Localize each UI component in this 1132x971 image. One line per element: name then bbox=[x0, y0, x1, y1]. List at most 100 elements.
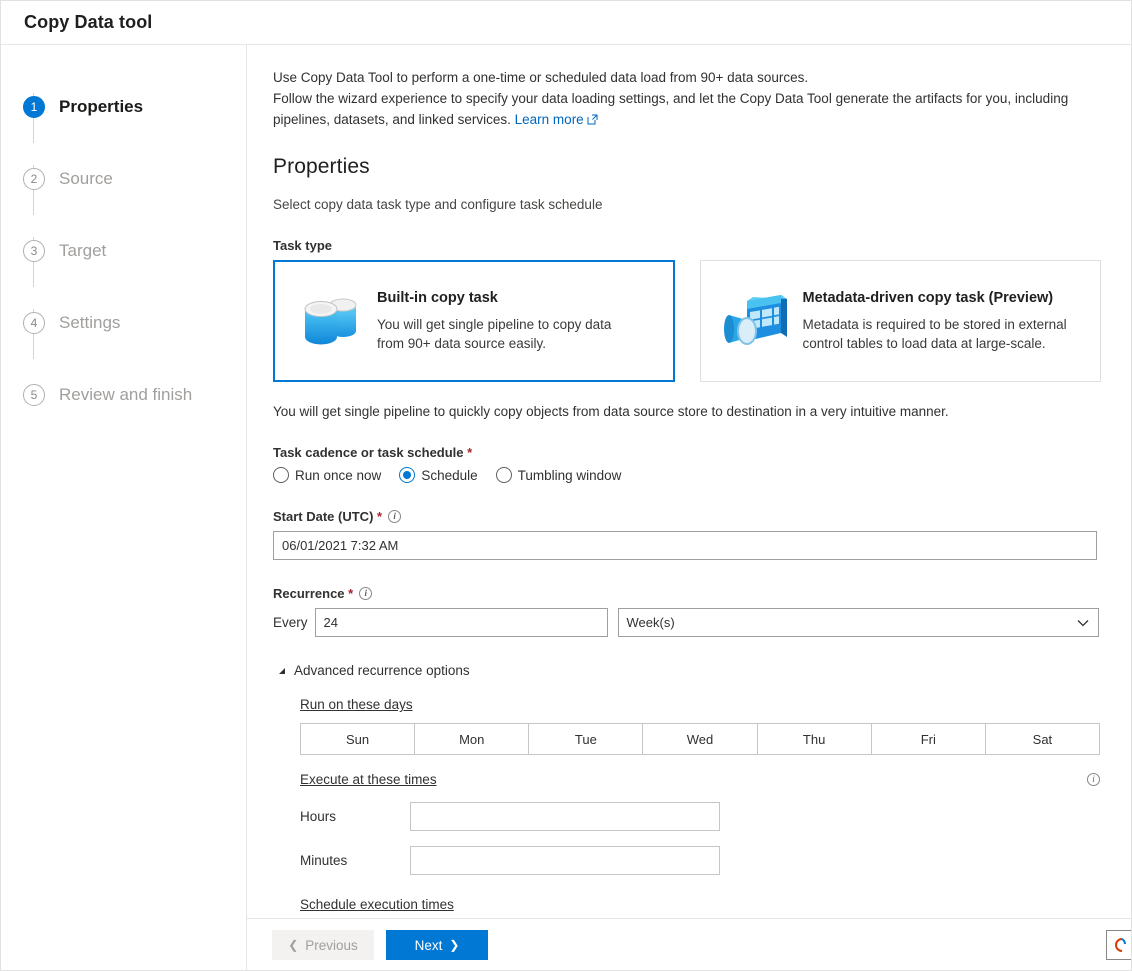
schedule-execution-times-block: Schedule execution times 07:32 bbox=[300, 896, 1101, 918]
copy-data-tool-window: Copy Data tool 1 Properties 2 Source 3 T… bbox=[0, 0, 1132, 971]
database-cylinders-icon bbox=[291, 281, 371, 361]
metadata-table-magnifier-icon bbox=[717, 281, 797, 361]
card-text-block: Built-in copy task You will get single p… bbox=[377, 290, 642, 353]
chevron-right-icon: ❯ bbox=[449, 938, 460, 952]
radio-label: Tumbling window bbox=[517, 467, 622, 483]
minutes-input[interactable] bbox=[410, 846, 720, 875]
window-title: Copy Data tool bbox=[24, 12, 153, 32]
day-cell-fri[interactable]: Fri bbox=[870, 723, 985, 755]
hours-field-row: Hours bbox=[300, 802, 1101, 831]
minutes-label: Minutes bbox=[300, 853, 348, 868]
hours-label: Hours bbox=[300, 809, 337, 824]
intro-line-1: Use Copy Data Tool to perform a one-time… bbox=[273, 70, 809, 85]
wizard-sidebar: 1 Properties 2 Source 3 Target 4 Setting bbox=[1, 45, 247, 970]
recurrence-label-text: Recurrence bbox=[273, 586, 345, 601]
start-date-label: Start Date (UTC) * bbox=[273, 509, 1101, 524]
day-cell-wed[interactable]: Wed bbox=[642, 723, 757, 755]
task-type-card-built-in-copy[interactable]: Built-in copy task You will get single p… bbox=[273, 260, 675, 382]
radio-tumbling-window[interactable]: Tumbling window bbox=[495, 467, 622, 483]
day-cell-mon[interactable]: Mon bbox=[414, 723, 529, 755]
external-link-icon bbox=[587, 114, 598, 125]
cadence-label-text: Task cadence or task schedule bbox=[273, 445, 464, 460]
info-icon[interactable] bbox=[1087, 772, 1100, 787]
task-type-card-metadata-driven-copy[interactable]: Metadata-driven copy task (Preview) Meta… bbox=[699, 260, 1101, 382]
window-body: 1 Properties 2 Source 3 Target 4 Setting bbox=[1, 45, 1131, 970]
chevron-left-icon: ❮ bbox=[288, 938, 299, 952]
step-number-badge: 4 bbox=[23, 312, 45, 334]
recurrence-every-label: Every bbox=[273, 615, 308, 630]
partial-spinner-icon bbox=[1115, 938, 1126, 952]
advanced-recurrence-toggle[interactable]: Advanced recurrence options bbox=[273, 663, 1101, 678]
start-date-label-text: Start Date (UTC) bbox=[273, 509, 374, 524]
recurrence-row: Every Week(s) bbox=[273, 608, 1101, 637]
radio-label: Schedule bbox=[421, 467, 478, 483]
day-cell-thu[interactable]: Thu bbox=[756, 723, 871, 755]
sidebar-step-properties[interactable]: 1 Properties bbox=[23, 71, 246, 143]
next-button[interactable]: Next ❯ bbox=[386, 930, 488, 960]
required-asterisk: * bbox=[348, 586, 354, 601]
previous-button[interactable]: ❮ Previous bbox=[272, 930, 374, 960]
learn-more-link[interactable]: Learn more bbox=[515, 112, 584, 127]
radio-mark bbox=[399, 467, 416, 483]
triangle-expanded-icon bbox=[279, 667, 285, 674]
next-button-label: Next bbox=[414, 937, 443, 953]
recurrence-label: Recurrence * bbox=[273, 586, 1101, 601]
day-cell-sat[interactable]: Sat bbox=[984, 723, 1100, 755]
step-label: Target bbox=[59, 241, 107, 260]
footer-partial-control[interactable] bbox=[1106, 930, 1131, 960]
recurrence-unit-select[interactable]: Week(s) bbox=[617, 608, 1099, 637]
required-asterisk: * bbox=[377, 509, 383, 524]
recurrence-interval-input[interactable] bbox=[314, 608, 608, 637]
hours-input[interactable] bbox=[410, 802, 720, 831]
wizard-main-pane: Use Copy Data Tool to perform a one-time… bbox=[247, 45, 1131, 970]
step-number-badge: 5 bbox=[23, 384, 45, 406]
sidebar-step-target[interactable]: 3 Target bbox=[23, 215, 246, 287]
card-text-block: Metadata-driven copy task (Preview) Meta… bbox=[803, 290, 1068, 353]
advanced-recurrence-body: Run on these days Sun Mon Tue Wed Thu Fr… bbox=[273, 678, 1101, 918]
day-cell-tue[interactable]: Tue bbox=[528, 723, 643, 755]
task-type-label: Task type bbox=[273, 238, 333, 253]
sidebar-step-review-and-finish[interactable]: 5 Review and finish bbox=[23, 359, 246, 431]
recurrence-unit-value: Week(s) bbox=[626, 615, 675, 630]
step-number-badge: 2 bbox=[23, 168, 45, 190]
advanced-recurrence-label: Advanced recurrence options bbox=[294, 663, 470, 678]
info-icon[interactable] bbox=[388, 509, 402, 524]
card-description: You will get single pipeline to copy dat… bbox=[377, 316, 612, 351]
task-type-note: You will get single pipeline to quickly … bbox=[273, 404, 949, 419]
page-subtitle: Select copy data task type and configure… bbox=[273, 197, 603, 212]
window-titlebar: Copy Data tool bbox=[1, 1, 1131, 45]
card-title: Built-in copy task bbox=[377, 289, 498, 306]
previous-button-label: Previous bbox=[305, 937, 358, 953]
wizard-footer: ❮ Previous Next ❯ bbox=[247, 918, 1131, 970]
cadence-radio-group: Run once now Schedule Tumbling window bbox=[273, 467, 1101, 483]
run-on-these-days-label: Run on these days bbox=[300, 697, 413, 712]
required-asterisk: * bbox=[467, 445, 473, 460]
execute-at-these-times-label: Execute at these times bbox=[300, 772, 437, 787]
wizard-steps-list: 1 Properties 2 Source 3 Target 4 Setting bbox=[1, 71, 246, 431]
minutes-field-row: Minutes bbox=[300, 846, 1101, 875]
step-number-badge: 1 bbox=[23, 96, 45, 118]
step-label: Properties bbox=[59, 97, 144, 116]
day-cell-sun[interactable]: Sun bbox=[300, 723, 415, 755]
execute-times-header: Execute at these times bbox=[300, 772, 1100, 787]
card-title: Metadata-driven copy task (Preview) bbox=[802, 289, 1054, 306]
recurrence-unit-select-wrap: Week(s) bbox=[617, 608, 1099, 637]
step-number-badge: 3 bbox=[23, 240, 45, 262]
step-label: Review and finish bbox=[59, 385, 193, 404]
radio-mark bbox=[495, 467, 512, 483]
radio-mark bbox=[273, 467, 289, 483]
sidebar-step-settings[interactable]: 4 Settings bbox=[23, 287, 246, 359]
schedule-execution-times-label: Schedule execution times bbox=[300, 897, 454, 912]
sidebar-step-source[interactable]: 2 Source bbox=[23, 143, 246, 215]
radio-run-once-now[interactable]: Run once now bbox=[273, 467, 381, 483]
days-of-week-selector: Sun Mon Tue Wed Thu Fri Sat bbox=[300, 723, 1100, 755]
step-label: Settings bbox=[59, 313, 121, 332]
main-content-scroll: Use Copy Data Tool to perform a one-time… bbox=[247, 45, 1131, 918]
info-icon[interactable] bbox=[359, 586, 373, 601]
start-date-input[interactable] bbox=[273, 531, 1097, 560]
card-description: Metadata is required to be stored in ext… bbox=[802, 316, 1067, 351]
radio-schedule[interactable]: Schedule bbox=[399, 467, 478, 483]
cadence-label: Task cadence or task schedule * bbox=[273, 445, 1101, 460]
intro-paragraph: Use Copy Data Tool to perform a one-time… bbox=[273, 67, 1101, 130]
step-label: Source bbox=[59, 169, 113, 188]
